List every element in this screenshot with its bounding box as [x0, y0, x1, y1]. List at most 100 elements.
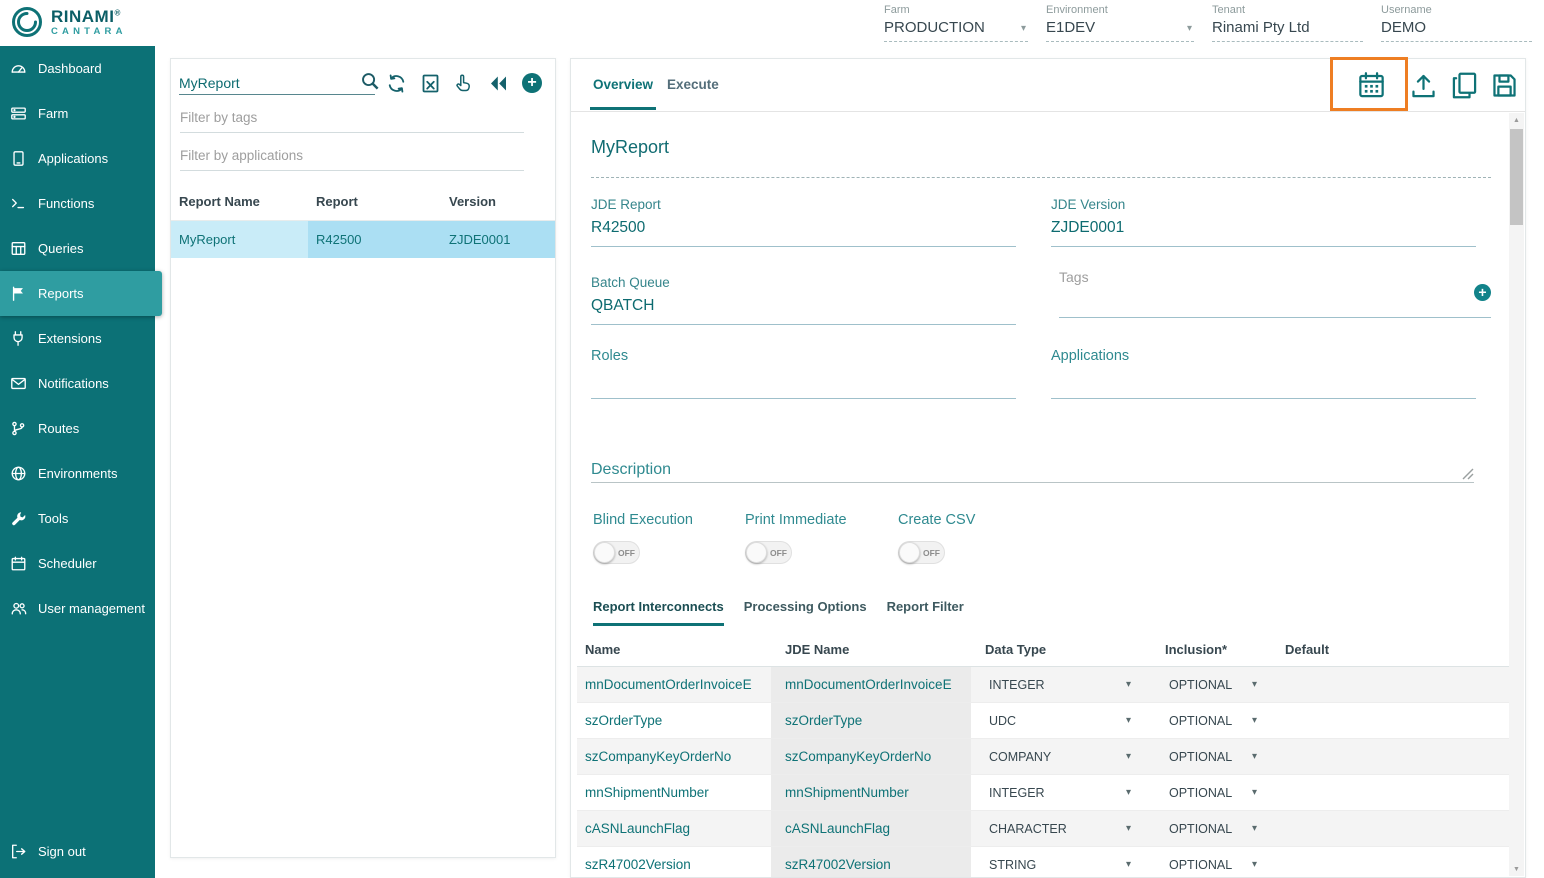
brand-subname: CANTARA — [51, 27, 127, 37]
sidebar-item-label: Routes — [38, 421, 79, 436]
add-report-button[interactable] — [522, 73, 542, 93]
rewind-icon[interactable] — [488, 73, 509, 94]
search-icon[interactable] — [360, 71, 380, 91]
sidebar-item-queries[interactable]: Queries — [0, 226, 155, 271]
sidebar-item-extensions[interactable]: Extensions — [0, 316, 155, 361]
default-value-cell[interactable] — [1271, 811, 1509, 846]
sidebar-item-environments[interactable]: Environments — [0, 451, 155, 496]
interconnects-table: Name JDE Name Data Type Inclusion* Defau… — [577, 633, 1509, 877]
sidebar-item-functions[interactable]: Functions — [0, 181, 155, 226]
sidebar-item-dashboard[interactable]: Dashboard — [0, 46, 155, 91]
sidebar-item-farm[interactable]: Farm — [0, 91, 155, 136]
data-type-select[interactable]: CHARACTER — [971, 811, 1151, 846]
print-immediate-toggle[interactable]: OFF — [745, 541, 792, 564]
queries-icon — [10, 239, 27, 258]
data-type-select[interactable]: COMPANY — [971, 739, 1151, 774]
sidebar-item-routes[interactable]: Routes — [0, 406, 155, 451]
tab-execute[interactable]: Execute — [667, 77, 719, 92]
sidebar-item-applications[interactable]: Applications — [0, 136, 155, 181]
applications-field[interactable]: Applications — [1051, 348, 1476, 399]
column-report: Report — [308, 185, 441, 221]
reports-icon — [10, 284, 27, 303]
search-input[interactable] — [179, 75, 360, 91]
default-value-cell[interactable] — [1271, 739, 1509, 774]
sidebar-item-scheduler[interactable]: Scheduler — [0, 541, 155, 586]
subtab-processing-options[interactable]: Processing Options — [744, 599, 867, 626]
report-cell[interactable]: R42500 — [308, 221, 441, 259]
schedule-button[interactable] — [1357, 71, 1386, 105]
chevron-down-icon — [1252, 823, 1257, 834]
jde-report-field[interactable]: JDE Report R42500 — [591, 197, 1016, 247]
save-button[interactable] — [1490, 71, 1519, 105]
subtab-report-filter[interactable]: Report Filter — [887, 599, 964, 626]
resize-handle-icon[interactable] — [1462, 468, 1474, 480]
scroll-down-arrow-icon[interactable] — [1509, 862, 1524, 876]
scrollbar-thumb[interactable] — [1510, 129, 1523, 225]
default-value-cell[interactable] — [1271, 667, 1509, 702]
inclusion-select[interactable]: OPTIONAL — [1151, 775, 1271, 810]
title-divider — [591, 177, 1491, 178]
filter-by-tags-input[interactable] — [180, 106, 524, 133]
toggle-state: OFF — [923, 548, 940, 558]
filter-by-applications-input[interactable] — [180, 144, 524, 171]
interconnect-name[interactable]: szR47002Version — [577, 847, 771, 877]
toggle-state: OFF — [770, 548, 787, 558]
export-excel-icon[interactable] — [420, 73, 441, 94]
publish-button[interactable] — [1409, 71, 1438, 105]
add-tag-button[interactable] — [1474, 284, 1491, 301]
data-type-select[interactable]: INTEGER — [971, 775, 1151, 810]
subtab-report-interconnects[interactable]: Report Interconnects — [593, 599, 724, 626]
inclusion-select[interactable]: OPTIONAL — [1151, 667, 1271, 702]
create-csv-toggle-group: Create CSV OFF — [898, 512, 975, 564]
roles-field[interactable]: Roles — [591, 348, 1016, 399]
copy-button[interactable] — [1450, 71, 1479, 105]
interconnect-name[interactable]: mnDocumentOrderInvoiceE — [577, 667, 771, 702]
interconnect-row: cASNLaunchFlag cASNLaunchFlag CHARACTER … — [577, 811, 1509, 847]
blind-execution-toggle-group: Blind Execution OFF — [593, 512, 693, 564]
tags-input[interactable] — [1059, 269, 1491, 285]
description-field[interactable]: Description — [591, 461, 1474, 483]
environment-value: E1DEV — [1046, 19, 1194, 36]
default-value-cell[interactable] — [1271, 847, 1509, 877]
inclusion-select[interactable]: OPTIONAL — [1151, 811, 1271, 846]
environment-select[interactable]: Environment E1DEV — [1046, 4, 1194, 42]
batch-queue-field[interactable]: Batch Queue QBATCH — [591, 275, 1016, 325]
interconnect-name[interactable]: szCompanyKeyOrderNo — [577, 739, 771, 774]
create-csv-toggle[interactable]: OFF — [898, 541, 945, 564]
default-value-cell[interactable] — [1271, 703, 1509, 738]
tab-overview[interactable]: Overview — [593, 77, 653, 92]
blind-execution-toggle[interactable]: OFF — [593, 541, 640, 564]
vertical-scrollbar[interactable] — [1509, 113, 1524, 876]
extensions-icon — [10, 329, 27, 348]
inclusion-select[interactable]: OPTIONAL — [1151, 703, 1271, 738]
environment-label: Environment — [1046, 4, 1194, 16]
sign-out-button[interactable]: Sign out — [0, 829, 155, 874]
create-csv-label: Create CSV — [898, 512, 975, 528]
sidebar-item-user-management[interactable]: User management — [0, 586, 155, 631]
report-row-selected[interactable]: MyReport R42500 ZJDE0001 — [171, 221, 555, 259]
data-type-select[interactable]: UDC — [971, 703, 1151, 738]
jde-version-field[interactable]: JDE Version ZJDE0001 — [1051, 197, 1476, 247]
farm-select[interactable]: Farm PRODUCTION — [884, 4, 1028, 42]
hand-pointer-icon[interactable] — [454, 73, 475, 94]
sidebar-item-label: Environments — [38, 466, 117, 481]
default-value-cell[interactable] — [1271, 775, 1509, 810]
scroll-up-arrow-icon[interactable] — [1509, 113, 1524, 127]
refresh-icon[interactable] — [386, 73, 407, 94]
inclusion-select[interactable]: OPTIONAL — [1151, 847, 1271, 877]
inclusion-select[interactable]: OPTIONAL — [1151, 739, 1271, 774]
version-cell[interactable]: ZJDE0001 — [441, 221, 555, 259]
report-name-cell[interactable]: MyReport — [171, 221, 308, 259]
data-type-select[interactable]: INTEGER — [971, 667, 1151, 702]
sidebar-item-tools[interactable]: Tools — [0, 496, 155, 541]
farm-icon — [10, 104, 27, 123]
chevron-down-icon — [1252, 787, 1257, 798]
sidebar-item-reports[interactable]: Reports — [0, 271, 162, 316]
header-bar: RINAMI® CANTARA Farm PRODUCTION Environm… — [0, 0, 1544, 46]
interconnect-name[interactable]: cASNLaunchFlag — [577, 811, 771, 846]
sidebar-item-notifications[interactable]: Notifications — [0, 361, 155, 406]
interconnect-name[interactable]: szOrderType — [577, 703, 771, 738]
interconnect-name[interactable]: mnShipmentNumber — [577, 775, 771, 810]
batch-queue-value: QBATCH — [591, 297, 1016, 315]
data-type-select[interactable]: STRING — [971, 847, 1151, 877]
